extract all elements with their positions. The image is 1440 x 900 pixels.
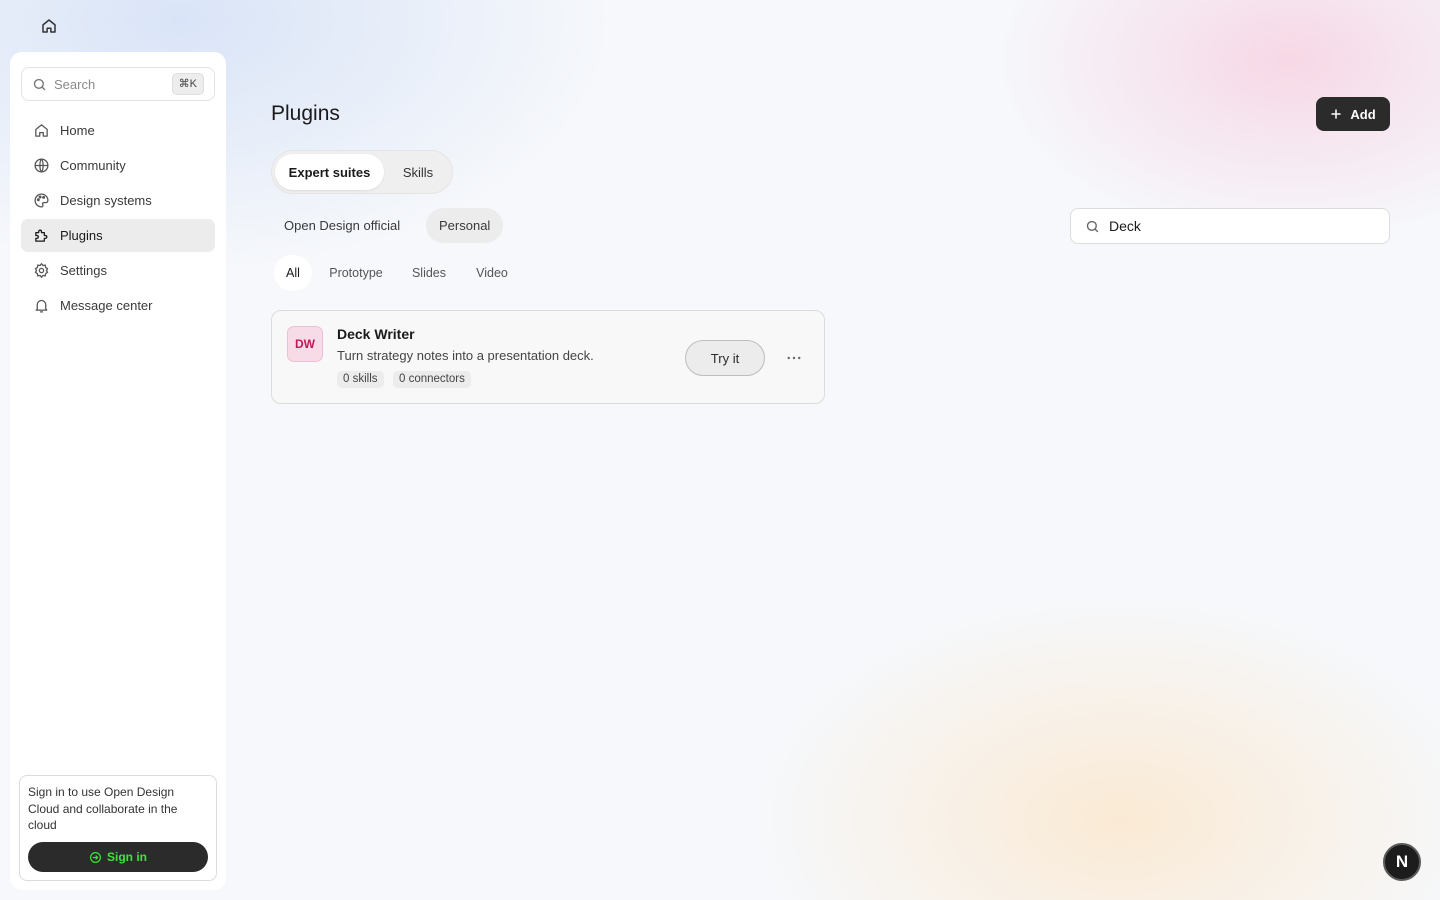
sidebar-item-home[interactable]: Home [21,114,215,147]
sidebar-item-plugins[interactable]: Plugins [21,219,215,252]
puzzle-icon [33,227,50,244]
sidebar-nav: Home Community Design systems Plugins Se… [21,114,215,324]
more-horizontal-icon[interactable] [781,345,807,371]
signin-button[interactable]: Sign in [28,842,208,872]
tab-skills[interactable]: Skills [387,154,449,190]
sidebar-item-label: Design systems [60,193,152,208]
sidebar-item-label: Home [60,123,95,138]
plus-icon [1330,108,1342,120]
home-icon [33,122,50,139]
category-all[interactable]: All [274,255,312,291]
sidebar: Search ⌘K Home Community Design systems [10,52,226,890]
sign-in-icon [89,851,102,864]
sidebar-item-label: Settings [60,263,107,278]
try-it-button[interactable]: Try it [685,340,765,376]
sidebar-item-message-center[interactable]: Message center [21,289,215,322]
plugin-card: DW Deck Writer Turn strategy notes into … [271,310,825,404]
page-title: Plugins [271,102,340,125]
palette-icon [33,192,50,209]
plugin-search-input[interactable] [1109,209,1379,243]
connectors-count-chip: 0 connectors [393,371,471,388]
plugin-title: Deck Writer [337,326,415,342]
add-button[interactable]: Add [1316,97,1390,131]
category-video[interactable]: Video [468,255,516,291]
search-icon [32,77,47,92]
signin-button-label: Sign in [107,850,147,864]
bell-icon [33,297,50,314]
sidebar-item-community[interactable]: Community [21,149,215,182]
type-segmented-control: Expert suites Skills [271,150,453,194]
sidebar-item-design-systems[interactable]: Design systems [21,184,215,217]
sidebar-item-label: Message center [60,298,153,313]
search-icon [1085,219,1100,234]
signin-message: Sign in to use Open Design Cloud and col… [28,785,178,832]
app-badge[interactable]: N [1383,843,1421,881]
add-button-label: Add [1350,106,1376,122]
sidebar-search[interactable]: Search ⌘K [21,67,215,101]
plugin-search-field[interactable] [1070,208,1390,244]
sidebar-item-label: Plugins [60,228,103,243]
gear-icon [33,262,50,279]
signin-card: Sign in to use Open Design Cloud and col… [19,775,217,881]
plugin-avatar: DW [287,326,323,362]
sidebar-item-label: Community [60,158,126,173]
sidebar-search-placeholder: Search [54,77,96,92]
plugin-description: Turn strategy notes into a presentation … [337,348,594,363]
skills-count-chip: 0 skills [337,371,384,388]
filter-personal[interactable]: Personal [426,208,503,243]
tab-expert-suites[interactable]: Expert suites [275,154,384,190]
shortcut-badge: ⌘K [171,73,204,95]
category-slides[interactable]: Slides [404,255,454,291]
home-icon[interactable] [40,17,58,35]
sidebar-item-settings[interactable]: Settings [21,254,215,287]
globe-icon [33,157,50,174]
category-prototype[interactable]: Prototype [322,255,390,291]
filter-open-design-official[interactable]: Open Design official [271,208,413,243]
